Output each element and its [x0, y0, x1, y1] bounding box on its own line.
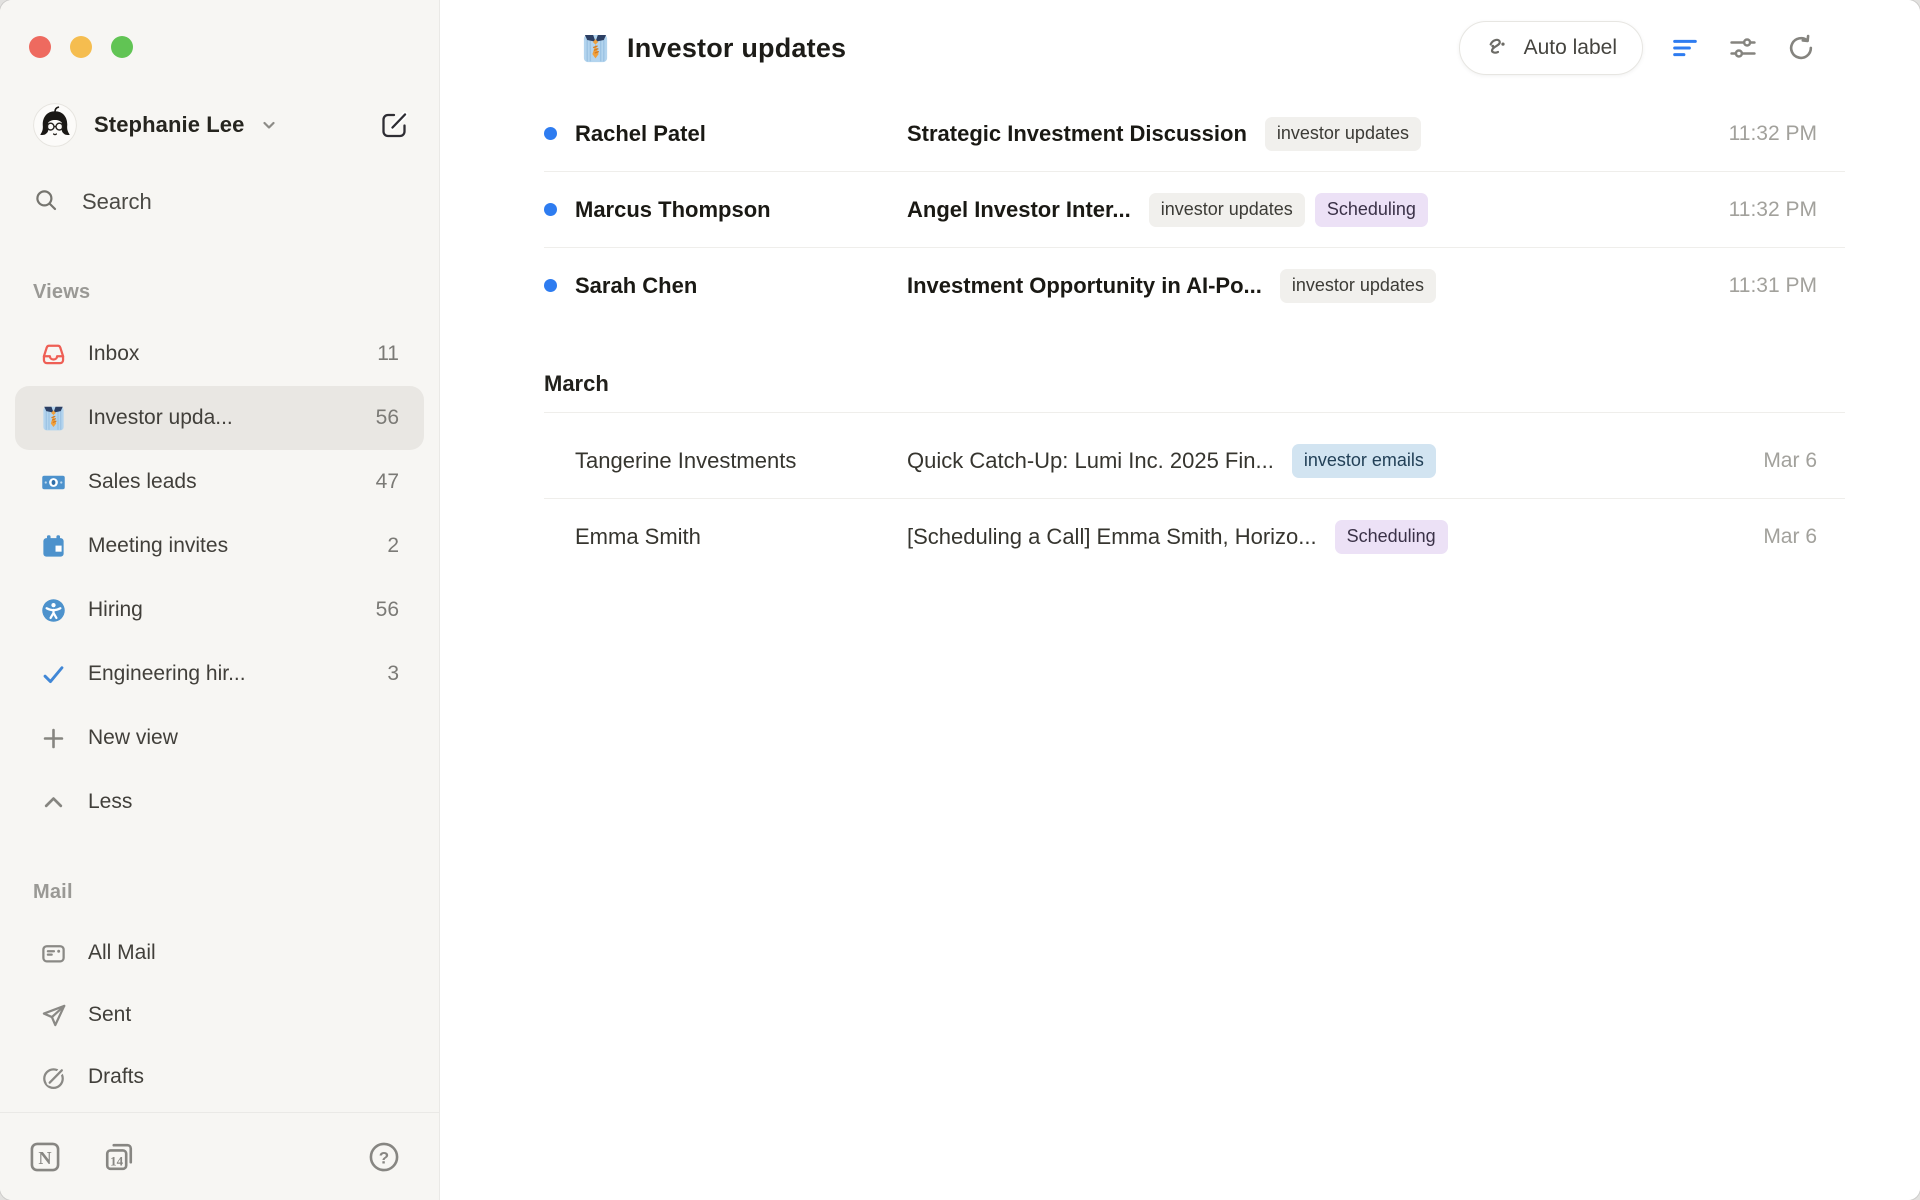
less-button[interactable]: Less	[15, 770, 424, 834]
views-section-label: Views	[33, 281, 90, 304]
svg-text:?: ?	[379, 1148, 389, 1167]
email-row[interactable]: Rachel Patel Strategic Investment Discus…	[440, 96, 1920, 171]
pencil-circle-icon	[40, 1064, 67, 1091]
svg-text:14: 14	[110, 1153, 124, 1168]
search-button[interactable]: Search	[33, 180, 409, 224]
email-time: Mar 6	[1743, 525, 1817, 549]
close-button[interactable]	[29, 36, 51, 58]
notion-logo-icon[interactable]: N	[28, 1140, 62, 1174]
sidebar-item-meeting-invites[interactable]: Meeting invites 2	[15, 514, 424, 578]
unread-dot-icon	[544, 127, 557, 140]
plus-icon	[40, 725, 67, 752]
email-sender: Emma Smith	[575, 524, 907, 550]
email-list-panel: Investor updates Auto label	[440, 0, 1920, 1200]
chevron-down-icon	[257, 113, 281, 137]
help-icon[interactable]: ?	[367, 1140, 401, 1174]
label-tag[interactable]: investor emails	[1292, 444, 1436, 478]
unread-count: 56	[376, 406, 399, 430]
email-subject: Angel Investor Inter...	[907, 197, 1131, 223]
month-group-header: March	[440, 356, 1920, 412]
banknote-icon	[40, 469, 67, 496]
label-tag[interactable]: Scheduling	[1315, 193, 1428, 227]
app-window: Stephanie Lee Search Views	[0, 0, 1920, 1200]
email-row[interactable]: Marcus Thompson Angel Investor Inter... …	[440, 172, 1920, 247]
calendar-icon	[40, 533, 67, 560]
unread-count: 11	[377, 342, 399, 366]
view-header: Investor updates Auto label	[440, 0, 1920, 96]
email-time: Mar 6	[1743, 449, 1817, 473]
label-tag[interactable]: investor updates	[1265, 117, 1421, 151]
email-list: Rachel Patel Strategic Investment Discus…	[440, 96, 1920, 574]
label-tag[interactable]: investor updates	[1280, 269, 1436, 303]
email-row[interactable]: Tangerine Investments Quick Catch-Up: Lu…	[440, 423, 1920, 498]
compose-button[interactable]	[379, 110, 409, 140]
label-tag[interactable]: Scheduling	[1335, 520, 1448, 554]
sidebar-item-hiring[interactable]: Hiring 56	[15, 578, 424, 642]
email-sender: Marcus Thompson	[575, 197, 907, 223]
sidebar-item-inbox[interactable]: Inbox 11	[15, 322, 424, 386]
sidebar-item-sales-leads[interactable]: Sales leads 47	[15, 450, 424, 514]
display-settings-button[interactable]	[1727, 32, 1759, 64]
auto-label-icon	[1485, 34, 1511, 63]
email-subject: [Scheduling a Call] Emma Smith, Horizo..…	[907, 524, 1317, 550]
email-sender: Sarah Chen	[575, 273, 907, 299]
sidebar-item-all-mail[interactable]: All Mail	[15, 922, 424, 984]
inbox-icon	[40, 341, 67, 368]
views-nav: Inbox 11 Investor upda... 56	[15, 322, 424, 834]
unread-dot-icon	[544, 279, 557, 292]
sidebar-footer: N 14 ?	[0, 1112, 439, 1200]
sidebar-item-drafts[interactable]: Drafts	[15, 1046, 424, 1108]
unread-dot-icon	[544, 203, 557, 216]
unread-count: 2	[387, 534, 399, 558]
unread-count: 3	[387, 662, 399, 686]
traffic-lights	[29, 36, 133, 58]
all-mail-icon	[40, 940, 67, 967]
zoom-button[interactable]	[111, 36, 133, 58]
email-row[interactable]: Sarah Chen Investment Opportunity in AI-…	[440, 248, 1920, 323]
sidebar-item-sent[interactable]: Sent	[15, 984, 424, 1046]
mail-section-label: Mail	[33, 881, 73, 904]
refresh-button[interactable]	[1785, 32, 1817, 64]
notion-calendar-icon[interactable]: 14	[102, 1140, 136, 1174]
sidebar-item-investor-updates[interactable]: Investor upda... 56	[15, 386, 424, 450]
search-icon	[33, 187, 59, 218]
search-label: Search	[82, 189, 152, 215]
paper-plane-icon	[40, 1002, 67, 1029]
checkmark-icon	[40, 661, 67, 688]
unread-count: 56	[376, 598, 399, 622]
sidebar-item-engineering-hiring[interactable]: Engineering hir... 3	[15, 642, 424, 706]
svg-text:N: N	[38, 1147, 51, 1167]
account-switcher[interactable]: Stephanie Lee	[33, 102, 409, 148]
auto-label-button[interactable]: Auto label	[1459, 21, 1643, 75]
minimize-button[interactable]	[70, 36, 92, 58]
email-time: 11:31 PM	[1709, 274, 1817, 298]
email-subject: Quick Catch-Up: Lumi Inc. 2025 Fin...	[907, 448, 1274, 474]
email-sender: Rachel Patel	[575, 121, 907, 147]
unread-count: 47	[376, 470, 399, 494]
filter-button[interactable]	[1669, 32, 1701, 64]
page-title: Investor updates	[627, 33, 846, 64]
chevron-up-icon	[40, 789, 67, 816]
email-subject: Investment Opportunity in AI-Po...	[907, 273, 1262, 299]
sidebar: Stephanie Lee Search Views	[0, 0, 440, 1200]
email-time: 11:32 PM	[1709, 198, 1817, 222]
email-subject: Strategic Investment Discussion	[907, 121, 1247, 147]
email-row[interactable]: Emma Smith [Scheduling a Call] Emma Smit…	[440, 499, 1920, 574]
profile-name: Stephanie Lee	[94, 112, 244, 138]
necktie-emoji-icon	[580, 33, 611, 64]
email-sender: Tangerine Investments	[575, 448, 907, 474]
necktie-emoji-icon	[40, 405, 67, 432]
mail-nav: All Mail Sent	[15, 922, 424, 1108]
new-view-button[interactable]: New view	[15, 706, 424, 770]
email-time: 11:32 PM	[1709, 122, 1817, 146]
avatar	[33, 103, 77, 147]
label-tag[interactable]: investor updates	[1149, 193, 1305, 227]
accessibility-icon	[40, 597, 67, 624]
